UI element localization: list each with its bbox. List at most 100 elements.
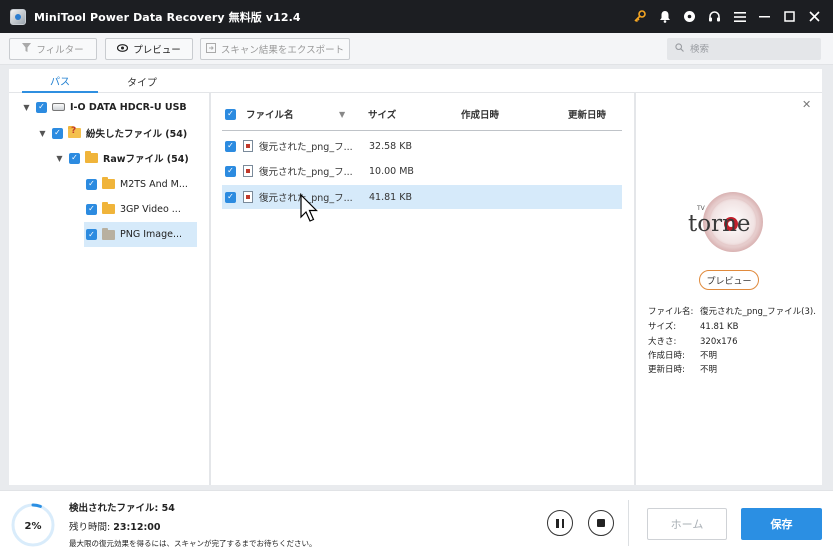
tab-type[interactable]: タイプ bbox=[104, 69, 180, 93]
export-button[interactable]: スキャン結果をエクスポート bbox=[200, 38, 350, 60]
info-modified: 更新日時: 不明 bbox=[648, 365, 718, 375]
funnel-icon bbox=[22, 43, 32, 55]
filter-label: フィルター bbox=[36, 45, 84, 56]
chevron-down-icon[interactable]: ▼ bbox=[38, 129, 47, 138]
folder-icon bbox=[102, 227, 115, 240]
search-box[interactable] bbox=[667, 38, 821, 60]
column-size[interactable]: サイズ bbox=[368, 104, 396, 124]
toolbar: フィルター プレビュー スキャン結果をエクスポート bbox=[0, 33, 833, 65]
chevron-down-icon[interactable]: ▼ bbox=[55, 154, 64, 163]
select-all[interactable] bbox=[225, 104, 236, 124]
logo-small-text: TV bbox=[696, 205, 706, 212]
logo-text: torne bbox=[688, 211, 751, 237]
file-row-selected[interactable]: 復元された_png_フ... 41.81 KB bbox=[222, 185, 622, 209]
pause-icon bbox=[556, 518, 564, 528]
png-file-icon bbox=[243, 165, 253, 177]
pause-button[interactable] bbox=[547, 510, 573, 536]
file-size: 32.58 KB bbox=[369, 140, 412, 152]
disc-icon[interactable] bbox=[677, 0, 702, 33]
tree-item-m2ts[interactable]: M2TS And M... bbox=[86, 174, 188, 194]
preview-image: torne TV bbox=[688, 192, 763, 252]
scan-progress-ring: 2% bbox=[11, 503, 55, 547]
stop-button[interactable] bbox=[588, 510, 614, 536]
window-title: MiniTool Power Data Recovery 無料版 v12.4 bbox=[34, 10, 301, 24]
column-name[interactable]: ファイル名 bbox=[246, 104, 294, 124]
file-size: 41.81 KB bbox=[369, 191, 412, 203]
remaining-time: 残り時間: 23:12:00 bbox=[69, 522, 161, 533]
info-filename: ファイル名: 復元された_png_ファイル(3). bbox=[648, 307, 816, 317]
filter-button[interactable]: フィルター bbox=[9, 38, 97, 60]
png-file-icon bbox=[243, 191, 253, 203]
lost-files-checkbox[interactable] bbox=[52, 127, 63, 139]
drive-icon bbox=[52, 103, 65, 111]
file-checkbox[interactable] bbox=[225, 191, 236, 203]
mouse-cursor-icon bbox=[300, 194, 318, 222]
tree-item-label: I-O DATA HDCR-U USB bbox=[70, 101, 187, 113]
file-checkbox[interactable] bbox=[225, 140, 236, 152]
divider bbox=[209, 93, 211, 485]
preview-button[interactable]: プレビュー bbox=[105, 38, 193, 60]
select-all-checkbox[interactable] bbox=[225, 108, 236, 120]
file-checkbox[interactable] bbox=[225, 165, 236, 177]
folder-icon bbox=[102, 202, 115, 214]
scan-hint: 最大限の復元効果を得るには、スキャンが完了するまでお待ちください。 bbox=[69, 539, 317, 548]
file-row[interactable]: 復元された_png_フ... 32.58 KB bbox=[222, 134, 622, 158]
file-name: 復元された_png_フ... bbox=[259, 142, 352, 153]
header-divider bbox=[222, 130, 622, 131]
eye-icon bbox=[117, 43, 129, 55]
tree-item-png[interactable]: PNG Image... bbox=[84, 222, 197, 247]
close-preview-icon[interactable]: ✕ bbox=[802, 98, 811, 111]
tree-item-drive[interactable]: ▼ I-O DATA HDCR-U USB bbox=[22, 97, 187, 117]
window-controls bbox=[627, 0, 827, 33]
column-created[interactable]: 作成日時 bbox=[461, 104, 499, 124]
preview-label: プレビュー bbox=[133, 45, 181, 56]
info-size: サイズ: 41.81 KB bbox=[648, 322, 739, 332]
close-icon[interactable] bbox=[802, 0, 827, 33]
png-file-icon bbox=[243, 140, 253, 152]
chevron-down-icon[interactable]: ▼ bbox=[22, 103, 31, 112]
menu-icon[interactable] bbox=[727, 0, 752, 33]
divider bbox=[634, 93, 636, 485]
view-tabs: パス タイプ bbox=[9, 69, 822, 93]
drive-checkbox[interactable] bbox=[36, 101, 47, 113]
sort-arrow-icon[interactable]: ▼ bbox=[339, 104, 345, 124]
maximize-icon[interactable] bbox=[777, 0, 802, 33]
column-modified[interactable]: 更新日時 bbox=[568, 104, 606, 124]
home-button[interactable]: ホーム bbox=[647, 508, 727, 540]
tree-item-label: Rawファイル (54) bbox=[103, 154, 189, 165]
png-checkbox[interactable] bbox=[86, 229, 97, 240]
save-button[interactable]: 保存 bbox=[741, 508, 822, 540]
tab-path[interactable]: パス bbox=[22, 69, 98, 93]
info-dimensions: 大きさ: 320x176 bbox=[648, 337, 738, 347]
bell-icon[interactable] bbox=[652, 0, 677, 33]
key-icon[interactable] bbox=[627, 0, 652, 33]
search-icon bbox=[675, 43, 684, 55]
3gp-checkbox[interactable] bbox=[86, 203, 97, 215]
found-files: 検出されたファイル: 54 bbox=[69, 503, 175, 514]
tree-item-label: 3GP Video ... bbox=[120, 203, 181, 215]
tree-item-label: 紛失したファイル (54) bbox=[86, 129, 188, 140]
headset-icon[interactable] bbox=[702, 0, 727, 33]
tree-item-raw-files[interactable]: ▼ Rawファイル (54) bbox=[55, 148, 189, 168]
search-input[interactable] bbox=[690, 43, 810, 55]
file-size: 10.00 MB bbox=[369, 165, 414, 177]
m2ts-checkbox[interactable] bbox=[86, 178, 97, 190]
raw-files-checkbox[interactable] bbox=[69, 152, 80, 164]
stop-icon bbox=[597, 519, 605, 527]
folder-icon bbox=[102, 177, 115, 189]
preview-pane-button[interactable]: プレビュー bbox=[699, 270, 759, 290]
file-name: 復元された_png_フ... bbox=[259, 167, 352, 178]
tree-item-label: M2TS And M... bbox=[120, 178, 188, 190]
export-label: スキャン結果をエクスポート bbox=[220, 45, 345, 56]
tree-item-3gp[interactable]: 3GP Video ... bbox=[86, 199, 181, 219]
file-row[interactable]: 復元された_png_フ... 10.00 MB bbox=[222, 159, 622, 183]
info-created: 作成日時: 不明 bbox=[648, 351, 718, 361]
tree-item-label: PNG Image... bbox=[120, 229, 183, 240]
app-logo-icon bbox=[10, 8, 26, 25]
tree-item-lost-files[interactable]: ▼ 紛失したファイル (54) bbox=[38, 123, 187, 143]
lost-folder-icon bbox=[68, 126, 81, 138]
column-name-label: ファイル名 bbox=[246, 110, 294, 121]
folder-icon bbox=[85, 151, 98, 163]
progress-label: 2% bbox=[25, 521, 42, 532]
minimize-icon[interactable] bbox=[752, 0, 777, 33]
